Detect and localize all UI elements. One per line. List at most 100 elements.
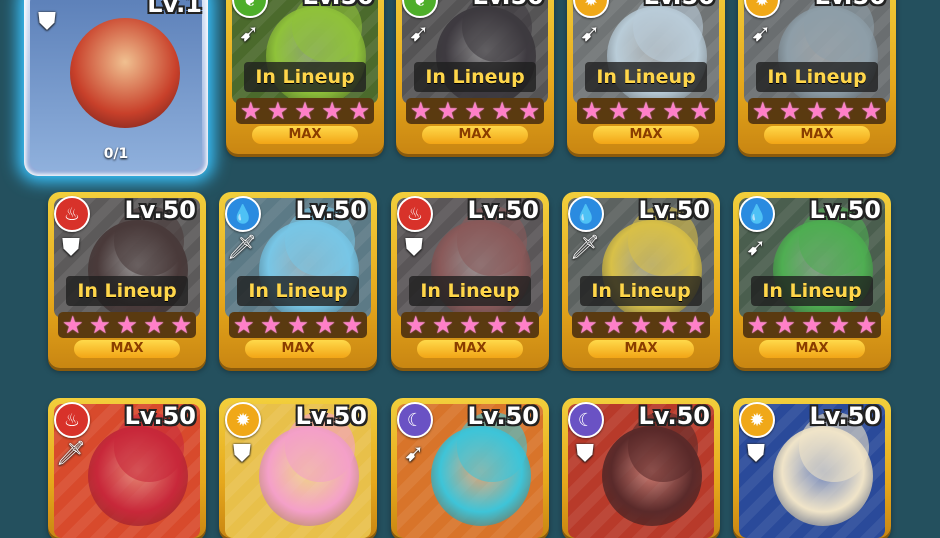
cookie-art [70,18,180,128]
cookie-level: Lv.50 [124,196,197,224]
dark-element-icon: ☾ [397,402,433,438]
star-icon: ★ [486,311,508,339]
in-lineup-label: In Lineup [414,62,536,92]
star-icon: ★ [348,97,370,125]
star-icon: ★ [689,97,711,125]
cookie-card[interactable]: ✹ ➹ Lv.50 In Lineup ★★★★★ MAX [738,0,896,154]
star-icon: ★ [855,311,877,339]
dark-element-icon: ☾ [568,402,604,438]
cookie-level: Lv.50 [303,0,375,10]
max-badge: MAX [417,340,523,358]
star-icon: ★ [464,97,486,125]
cookie-level: Lv.50 [644,0,716,10]
cookie-card[interactable]: ☾ ⛊ Lv.50 [562,398,720,538]
shield-icon: ⛊ [62,233,80,261]
star-icon: ★ [170,311,192,339]
star-icon: ★ [233,311,255,339]
star-icon: ★ [806,97,828,125]
cookie-card[interactable]: ❦ ➹ Lv.50 In Lineup ★★★★★ MAX [226,0,384,154]
in-lineup-label: In Lineup [585,62,707,92]
cookie-card[interactable]: 💧 🗡 Lv.50 In Lineup ★ ★ ★ ★ ★ MAX [562,192,720,368]
star-icon: ★ [828,311,850,339]
bow-icon: ➹ [579,19,601,47]
in-lineup-label: In Lineup [756,62,878,92]
star-icon: ★ [774,311,796,339]
star-icon: ★ [294,97,316,125]
star-icon: ★ [630,311,652,339]
max-badge: MAX [245,340,351,358]
star-icon: ★ [287,311,309,339]
shield-icon: ⛊ [38,7,56,35]
cookie-level: Lv.50 [124,402,197,430]
sword-icon: 🗡 [226,233,258,261]
cookie-level: Lv.50 [295,402,368,430]
soulstone-count: 0/1 [103,146,129,162]
star-icon: ★ [684,311,706,339]
star-icon: ★ [833,97,855,125]
cookie-card[interactable]: ❦ ➹ Lv.50 In Lineup ★★★★★ MAX [396,0,554,154]
max-badge: MAX [759,340,865,358]
star-rating: ★ ★ ★ ★ ★ [58,312,196,338]
selected-cookie-card[interactable]: ⛊ Lv.1 0/1 [24,0,208,176]
star-rating: ★ ★ ★ ★ ★ [748,98,886,124]
cookie-card[interactable]: ✹ ➹ Lv.50 In Lineup ★★★★★ MAX [567,0,725,154]
star-icon: ★ [491,97,513,125]
bow-icon: ➹ [745,233,767,261]
sword-icon: 🗡 [569,233,601,261]
cookie-level: Lv.50 [473,0,545,10]
fire-element-icon: ♨ [54,196,90,232]
sword-icon: 🗡 [55,439,87,467]
star-icon: ★ [581,97,603,125]
star-icon: ★ [576,311,598,339]
star-icon: ★ [662,97,684,125]
star-icon: ★ [89,311,111,339]
water-element-icon: 💧 [739,196,775,232]
water-element-icon: 💧 [568,196,604,232]
cookie-card[interactable]: ♨ 🗡 Lv.50 [48,398,206,538]
star-rating: ★ ★ ★ ★ ★ [236,98,374,124]
max-badge: MAX [764,126,870,144]
in-lineup-label: In Lineup [244,62,366,92]
cookie-level: Lv.50 [467,402,540,430]
star-icon: ★ [314,311,336,339]
star-icon: ★ [437,97,459,125]
cookie-level: Lv.50 [638,402,711,430]
star-icon: ★ [341,311,363,339]
star-icon: ★ [410,97,432,125]
cookie-card[interactable]: ✹ ⛊ Lv.50 [219,398,377,538]
cookie-level: Lv.50 [638,196,711,224]
star-icon: ★ [513,311,535,339]
light-element-icon: ✹ [225,402,261,438]
star-icon: ★ [801,311,823,339]
max-badge: MAX [252,126,358,144]
max-badge: MAX [588,340,694,358]
cookie-card[interactable]: 💧 ➹ Lv.50 In Lineup ★ ★ ★ ★ ★ MAX [733,192,891,368]
bow-icon: ➹ [750,19,772,47]
star-icon: ★ [459,311,481,339]
star-rating: ★ ★ ★ ★ ★ [229,312,367,338]
cookie-card[interactable]: ♨ ⛊ Lv.50 In Lineup ★ ★ ★ ★ ★ MAX [48,192,206,368]
cookie-card[interactable]: ☾ ➹ Lv.50 [391,398,549,538]
star-icon: ★ [635,97,657,125]
max-badge: MAX [422,126,528,144]
star-icon: ★ [752,97,774,125]
cookie-card[interactable]: ♨ ⛊ Lv.50 In Lineup ★ ★ ★ ★ ★ MAX [391,192,549,368]
cookie-inventory-grid: ⛊ Lv.1 0/1 ❦ ➹ Lv.50 In Lineup ★★★★★ MAX… [0,0,940,538]
in-lineup-label: In Lineup [237,276,359,306]
in-lineup-label: In Lineup [751,276,873,306]
shield-icon: ⛊ [747,439,765,467]
star-icon: ★ [240,97,262,125]
cookie-level: Lv.1 [147,0,202,18]
shield-icon: ⛊ [405,233,423,261]
shield-icon: ⛊ [576,439,594,467]
star-icon: ★ [432,311,454,339]
cookie-level: Lv.50 [815,0,887,10]
cookie-card[interactable]: 💧 🗡 Lv.50 In Lineup ★ ★ ★ ★ ★ MAX [219,192,377,368]
cookie-card[interactable]: ✹ ⛊ Lv.50 [733,398,891,538]
cookie-level: Lv.50 [467,196,540,224]
cookie-level: Lv.50 [809,402,882,430]
star-icon: ★ [603,311,625,339]
star-rating: ★ ★ ★ ★ ★ [401,312,539,338]
shield-icon: ⛊ [233,439,251,467]
star-icon: ★ [608,97,630,125]
